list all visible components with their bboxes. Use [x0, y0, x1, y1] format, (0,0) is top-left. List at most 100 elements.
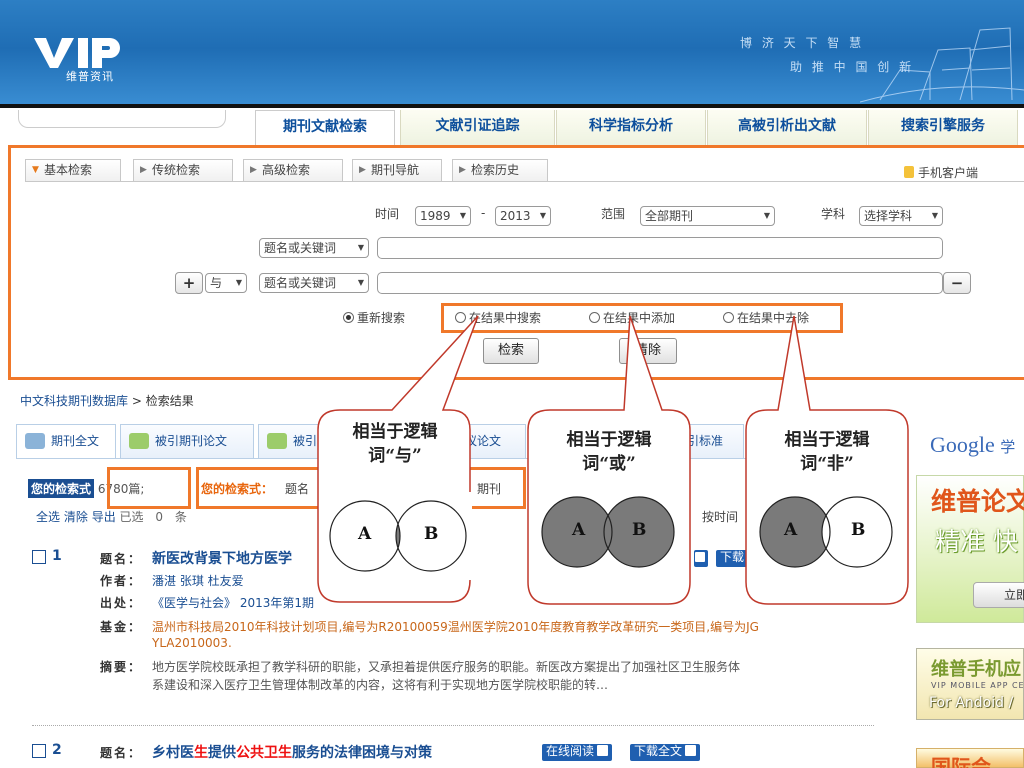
year-to-select[interactable]: 2013 ▼ — [495, 206, 551, 226]
mobile-client-link[interactable]: 手机客户端 — [904, 164, 978, 181]
triangle-right-icon: ▶ — [250, 165, 257, 175]
field-select-2[interactable]: 题名或关键词 ▼ — [259, 273, 369, 293]
source-key: 出处： — [100, 596, 143, 610]
record-fund-line1: 温州市科技局2010年科技计划项目,编号为R20100059温州医学院2010年… — [152, 620, 759, 634]
rtab-cited-papers[interactable]: 被引期刊论文 — [120, 424, 254, 458]
radio-label: 重新搜索 — [357, 311, 406, 325]
radio-remove-from-results[interactable]: 在结果中去除 — [723, 309, 809, 326]
clear-button[interactable]: 清除 — [619, 338, 677, 364]
record-authors[interactable]: 潘湛 张琪 杜友爱 — [152, 574, 244, 588]
venn-not-label-a: A — [784, 520, 798, 540]
record-author-row: 作者： 潘湛 张琪 杜友爱 — [100, 572, 244, 589]
time-label: 时间 — [375, 207, 400, 221]
record-abstract-row: 摘要： 地方医学院校既承担了教学科研的职能，又承担着提供医疗服务的职能。新医改方案… — [100, 658, 740, 675]
search-input-1[interactable] — [377, 237, 943, 259]
search-button[interactable]: 检索 — [483, 338, 539, 364]
tab-citation-tracking[interactable]: 文献引证追踪 — [400, 110, 555, 146]
add-row-button[interactable]: + — [175, 272, 203, 294]
tab-highly-cited[interactable]: 高被引析出文献 — [707, 110, 867, 146]
record-source[interactable]: 《医学与社会》 2013年第1期 — [152, 596, 314, 610]
ad1-button[interactable]: 立即 — [973, 582, 1024, 608]
rtab-cited-other[interactable]: 被引 — [258, 424, 320, 458]
logic-operator-select[interactable]: 与 ▼ — [205, 273, 247, 293]
subtab-search-history[interactable]: ▶ 检索历史 — [452, 159, 548, 181]
title-key: 题名： — [100, 552, 143, 566]
logo-subtitle: 维普资讯 — [66, 70, 114, 83]
top-search-pill[interactable] — [18, 110, 226, 128]
doc-icon — [597, 745, 609, 756]
triangle-right-icon: ▶ — [459, 165, 466, 175]
skyline-graphic — [860, 27, 1024, 103]
triangle-right-icon: ▶ — [140, 165, 147, 175]
export-link[interactable]: 导出 — [92, 510, 116, 524]
read-online-icon[interactable] — [694, 550, 708, 567]
dropdown-arrow-icon: ▼ — [763, 211, 770, 220]
tab-science-indicators[interactable]: 科学指标分析 — [556, 110, 706, 146]
range-label: 范围 — [601, 207, 626, 221]
callout-not-text: 相当于逻辑 词“非” — [752, 428, 902, 476]
result-record: 1 题名： 新医改背景下地方医学 务职能 下载 作者： 潘湛 张琪 杜友爱 出处： 《医… — [32, 548, 882, 718]
select-all-link[interactable]: 全选 — [36, 510, 60, 524]
record-fund-row: 基金： 温州市科技局2010年科技计划项目,编号为R20100059温州医学院20… — [100, 618, 759, 635]
radio-label: 在结果中添加 — [603, 311, 676, 325]
record-number: 1 — [52, 548, 62, 564]
subtab-advanced-search[interactable]: ▶ 高级检索 — [243, 159, 343, 181]
radio-circle — [723, 312, 734, 323]
result-toolbar: 全选 清除 导出 已选 0 条 — [36, 508, 187, 525]
clear-link[interactable]: 清除 — [64, 510, 88, 524]
intl-conference-ad[interactable]: 国际会 — [916, 748, 1024, 768]
vip-mobile-ad[interactable]: 维普手机应 VIP MOBILE APP CE For Andoid / — [916, 648, 1024, 720]
search-input-2[interactable] — [377, 272, 943, 294]
record-abstract-line1: 地方医学院校既承担了教学科研的职能，又承担着提供医疗服务的职能。新医改方案提出了… — [152, 660, 741, 674]
dropdown-arrow-icon: ▼ — [459, 211, 466, 220]
radio-circle — [589, 312, 600, 323]
record-checkbox[interactable] — [32, 744, 46, 758]
tab-journal-search[interactable]: 期刊文献检索 — [255, 110, 395, 146]
tab-search-engine[interactable]: 搜索引擎服务 — [868, 110, 1018, 146]
journal-icon — [25, 433, 45, 449]
selected-count: 0 — [155, 510, 164, 524]
radio-add-to-results[interactable]: 在结果中添加 — [589, 309, 675, 326]
field-select-1[interactable]: 题名或关键词 ▼ — [259, 238, 369, 258]
title-part: 务职能 — [402, 551, 444, 567]
venn-and-label-b: B — [424, 524, 439, 544]
triangle-down-icon: ▼ — [32, 165, 39, 175]
title-part: 服务的法律困境与对策 — [292, 745, 432, 761]
record-source-row: 出处： 《医学与社会》 2013年第1期 — [100, 594, 314, 611]
vip-logo[interactable]: 维普资讯 — [34, 36, 134, 86]
radio-search-within[interactable]: 在结果中搜索 — [455, 309, 541, 326]
subtab-traditional-search[interactable]: ▶ 传统检索 — [133, 159, 233, 181]
radio-new-search[interactable]: 重新搜索 — [343, 309, 405, 326]
range-select[interactable]: 全部期刊 ▼ — [640, 206, 775, 226]
year-from-select[interactable]: 1989 ▼ — [415, 206, 471, 226]
title-part: 提供 — [208, 745, 236, 761]
rtab-fulltext[interactable]: 期刊全文 — [16, 424, 116, 458]
subject-select[interactable]: 选择学科 ▼ — [859, 206, 943, 226]
record-title-link[interactable]: 新医改背景下地方医学 务职能 — [152, 551, 444, 567]
breadcrumb-db-link[interactable]: 中文科技期刊数据库 — [20, 394, 128, 408]
record-title-link[interactable]: 乡村医生提供公共卫生服务的法律困境与对策 — [152, 745, 432, 761]
download-full-button[interactable]: 下载全文 — [630, 744, 701, 761]
callout-and-text: 相当于逻辑 词“与” — [320, 420, 470, 468]
subtab-basic-search[interactable]: ▼ 基本检索 — [25, 159, 121, 181]
sort-by-time[interactable]: 按时间 — [702, 508, 738, 525]
record-checkbox[interactable] — [32, 550, 46, 564]
google-scholar-logo[interactable]: Google 学 — [930, 432, 1015, 458]
callout-line: 相当于逻辑 — [784, 430, 870, 450]
year-from-value: 1989 — [420, 209, 451, 223]
download-icon — [685, 745, 697, 756]
rtab-label: 被引期刊论文 — [155, 434, 228, 448]
vip-paper-ad[interactable]: 维普论文 精准 快 立即 — [916, 475, 1024, 623]
result-record: 2 题名： 乡村医生提供公共卫生服务的法律困境与对策 在线阅读 下载全文 — [32, 742, 882, 764]
remove-row-button[interactable]: − — [943, 272, 971, 294]
radio-circle-checked — [343, 312, 354, 323]
triangle-right-icon: ▶ — [359, 165, 366, 175]
title-key: 题名： — [100, 746, 143, 760]
subtab-label: 高级检索 — [262, 163, 311, 177]
download-button[interactable]: 下载 — [716, 550, 749, 567]
subtab-journal-nav[interactable]: ▶ 期刊导航 — [352, 159, 442, 181]
read-online-button[interactable]: 在线阅读 — [542, 744, 613, 761]
dropdown-arrow-icon: ▼ — [357, 278, 364, 287]
record-title-row: 题名： 乡村医生提供公共卫生服务的法律困境与对策 — [100, 742, 432, 762]
record-abstract-line2: 系建设和深入医疗卫生管理体制改革的内容，这将有利于实现地方医学院校职能的转… — [152, 678, 609, 692]
